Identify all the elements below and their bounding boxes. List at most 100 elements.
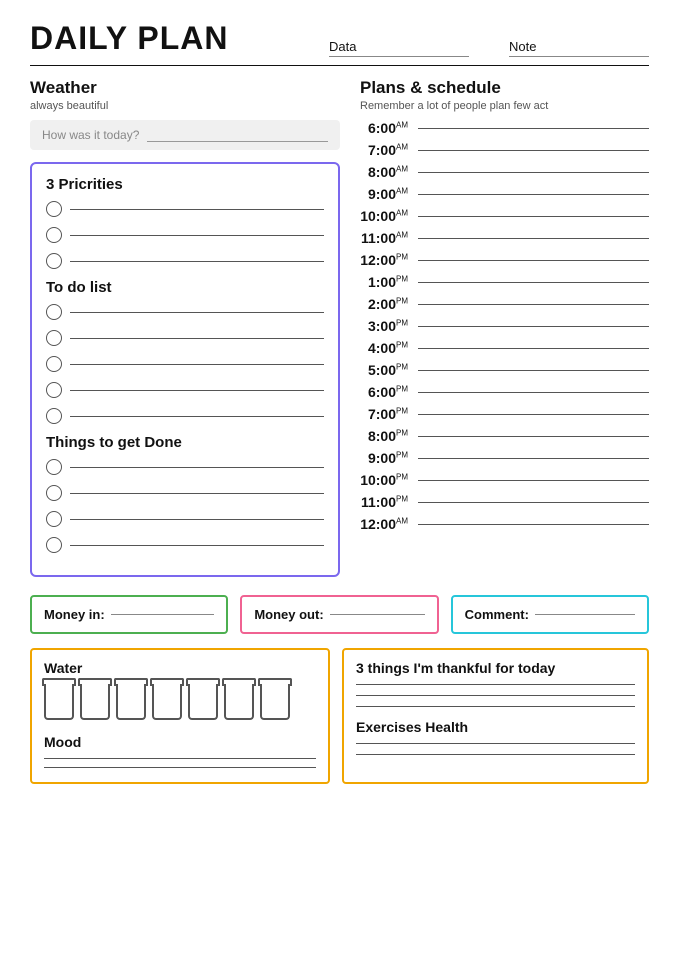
things-item-3 <box>46 511 324 527</box>
exercises-line-2 <box>356 754 635 755</box>
schedule-line-200pm <box>418 304 649 305</box>
schedule-row-500pm: 5:00PM <box>360 362 649 378</box>
schedule-line-1200pm <box>418 260 649 261</box>
thankful-exercises-card: 3 things I'm thankful for today Exercise… <box>342 648 649 784</box>
todo-line-4 <box>70 390 324 391</box>
comment-line <box>535 614 635 615</box>
exercises-line-1 <box>356 743 635 744</box>
things-circle-2[interactable] <box>46 485 62 501</box>
schedule-subtitle: Remember a lot of people plan few act <box>360 100 649 112</box>
cup-7[interactable] <box>260 684 290 720</box>
todo-circle-5[interactable] <box>46 408 62 424</box>
time-500pm: 5:00PM <box>360 362 412 378</box>
schedule-line-900am <box>418 194 649 195</box>
things-item-1 <box>46 459 324 475</box>
cup-1[interactable] <box>44 684 74 720</box>
money-in-card[interactable]: Money in: <box>30 595 228 634</box>
priorities-title: 3 Pricrities <box>46 176 324 193</box>
todo-item-1 <box>46 304 324 320</box>
time-300pm: 3:00PM <box>360 318 412 334</box>
todo-item-4 <box>46 382 324 398</box>
things-circle-1[interactable] <box>46 459 62 475</box>
time-800pm: 8:00PM <box>360 428 412 444</box>
schedule-row-600am: 6:00AM <box>360 120 649 136</box>
schedule-line-400pm <box>418 348 649 349</box>
money-in-label: Money in: <box>44 607 105 622</box>
todo-line-5 <box>70 416 324 417</box>
cup-4[interactable] <box>152 684 182 720</box>
schedule-line-500pm <box>418 370 649 371</box>
schedule-row-100pm: 1:00PM <box>360 274 649 290</box>
schedule-row-800pm: 8:00PM <box>360 428 649 444</box>
comment-label: Comment: <box>465 607 529 622</box>
note-line <box>509 56 649 57</box>
thankful-title: 3 things I'm thankful for today <box>356 660 635 676</box>
schedule-line-800pm <box>418 436 649 437</box>
priority-circle-1[interactable] <box>46 201 62 217</box>
todo-circle-1[interactable] <box>46 304 62 320</box>
schedule-line-300pm <box>418 326 649 327</box>
time-700am: 7:00AM <box>360 142 412 158</box>
thankful-line-3 <box>356 706 635 707</box>
weather-input-box[interactable]: How was it today? <box>30 120 340 150</box>
cup-6[interactable] <box>224 684 254 720</box>
water-mood-card: Water Mood <box>30 648 330 784</box>
thankful-line-1 <box>356 684 635 685</box>
weather-input-label: How was it today? <box>42 128 139 142</box>
data-line <box>329 56 469 57</box>
schedule-row-1000am: 10:00AM <box>360 208 649 224</box>
time-1200pm: 12:00PM <box>360 252 412 268</box>
money-row: Money in: Money out: Comment: <box>30 595 649 634</box>
schedule-row-900pm: 9:00PM <box>360 450 649 466</box>
money-in-line <box>111 614 215 615</box>
time-1000am: 10:00AM <box>360 208 412 224</box>
priority-line-3 <box>70 261 324 262</box>
time-100pm: 1:00PM <box>360 274 412 290</box>
cup-5[interactable] <box>188 684 218 720</box>
schedule-row-900am: 9:00AM <box>360 186 649 202</box>
todo-line-3 <box>70 364 324 365</box>
cup-2[interactable] <box>80 684 110 720</box>
things-circle-4[interactable] <box>46 537 62 553</box>
comment-card[interactable]: Comment: <box>451 595 649 634</box>
header: DAILY PLAN Data Note <box>30 20 649 57</box>
schedule-line-600am <box>418 128 649 129</box>
priority-circle-3[interactable] <box>46 253 62 269</box>
priority-item-2 <box>46 227 324 243</box>
todo-item-5 <box>46 408 324 424</box>
note-field: Note <box>509 39 649 57</box>
cup-3[interactable] <box>116 684 146 720</box>
water-cups <box>44 684 316 720</box>
money-out-card[interactable]: Money out: <box>240 595 438 634</box>
schedule-line-1200am <box>418 524 649 525</box>
todo-circle-2[interactable] <box>46 330 62 346</box>
things-item-2 <box>46 485 324 501</box>
things-item-4 <box>46 537 324 553</box>
note-label: Note <box>509 39 536 54</box>
things-circle-3[interactable] <box>46 511 62 527</box>
priority-circle-2[interactable] <box>46 227 62 243</box>
todo-circle-3[interactable] <box>46 356 62 372</box>
schedule-row-1000pm: 10:00PM <box>360 472 649 488</box>
todo-item-2 <box>46 330 324 346</box>
time-600am: 6:00AM <box>360 120 412 136</box>
weather-subtitle: always beautiful <box>30 100 340 112</box>
schedule-row-400pm: 4:00PM <box>360 340 649 356</box>
data-field: Data <box>329 39 469 57</box>
time-700pm: 7:00PM <box>360 406 412 422</box>
water-title: Water <box>44 660 316 676</box>
left-column: Weather always beautiful How was it toda… <box>30 78 340 577</box>
things-title: Things to get Done <box>46 434 324 451</box>
bottom-section: Money in: Money out: Comment: Water <box>30 595 649 784</box>
priority-box: 3 Pricrities To do list <box>30 162 340 577</box>
priority-line-2 <box>70 235 324 236</box>
schedule-row-300pm: 3:00PM <box>360 318 649 334</box>
todo-title: To do list <box>46 279 324 296</box>
todo-circle-4[interactable] <box>46 382 62 398</box>
schedule-row-600pm: 6:00PM <box>360 384 649 400</box>
things-line-3 <box>70 519 324 520</box>
schedule-line-1100pm <box>418 502 649 503</box>
things-line-4 <box>70 545 324 546</box>
schedule-line-1000am <box>418 216 649 217</box>
todo-line-2 <box>70 338 324 339</box>
